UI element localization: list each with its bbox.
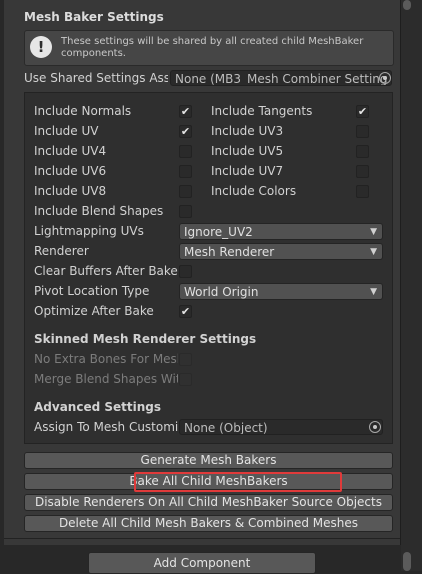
lightmapping-uvs-value: Ignore_UV2 <box>184 225 253 239</box>
dropdown-arrow-icon: ▼ <box>370 227 377 237</box>
include-uv7-checkbox[interactable] <box>356 165 369 178</box>
include-uv4-label: Include UV4 <box>34 144 107 158</box>
disable-renderers-button[interactable]: Disable Renderers On All Child MeshBaker… <box>24 494 393 511</box>
help-box: ! These settings will be shared by all c… <box>24 30 394 66</box>
vertical-scrollbar[interactable] <box>401 0 422 571</box>
scrollbar-thumb[interactable] <box>403 552 411 571</box>
include-colors-label: Include Colors <box>211 184 297 198</box>
highlight-box <box>134 472 342 492</box>
shared-settings-label: Use Shared Settings Asse <box>24 71 168 85</box>
warning-icon: ! <box>30 36 52 58</box>
include-colors-checkbox[interactable] <box>356 185 369 198</box>
include-normals-checkbox[interactable]: ✔ <box>179 105 192 118</box>
pivot-location-label: Pivot Location Type <box>34 284 150 298</box>
include-tangents-label: Include Tangents <box>211 104 313 118</box>
renderer-dropdown[interactable]: Mesh Renderer ▼ <box>179 243 383 260</box>
include-blend-shapes-label: Include Blend Shapes <box>34 204 164 218</box>
object-picker-icon[interactable] <box>379 72 391 84</box>
include-tangents-checkbox[interactable]: ✔ <box>356 105 369 118</box>
divider <box>4 538 400 539</box>
scrollbar-thumb-top[interactable] <box>403 0 411 10</box>
include-uv-checkbox[interactable]: ✔ <box>179 125 192 138</box>
include-blend-shapes-checkbox[interactable] <box>179 205 192 218</box>
include-uv4-checkbox[interactable] <box>179 145 192 158</box>
object-picker-icon[interactable] <box>369 421 381 433</box>
lightmapping-uvs-label: Lightmapping UVs <box>34 224 144 238</box>
no-extra-bones-label: No Extra Bones For Mesh <box>34 352 178 366</box>
renderer-label: Renderer <box>34 244 89 258</box>
section-title: Mesh Baker Settings <box>24 10 164 24</box>
dropdown-arrow-icon: ▼ <box>370 287 377 297</box>
pivot-location-dropdown[interactable]: World Origin ▼ <box>179 283 383 300</box>
include-uv3-checkbox[interactable] <box>356 125 369 138</box>
include-uv6-checkbox[interactable] <box>179 165 192 178</box>
include-normals-label: Include Normals <box>34 104 132 118</box>
shared-settings-field[interactable]: None (MB3_Mesh Combiner Setting <box>170 70 392 86</box>
merge-blend-shapes-label: Merge Blend Shapes With <box>34 372 178 386</box>
include-uv-label: Include UV <box>34 124 99 138</box>
include-uv5-label: Include UV5 <box>211 144 284 158</box>
lightmapping-uvs-dropdown[interactable]: Ignore_UV2 ▼ <box>179 223 383 240</box>
include-uv6-label: Include UV6 <box>34 164 107 178</box>
include-uv8-checkbox[interactable] <box>179 185 192 198</box>
pivot-location-value: World Origin <box>184 285 259 299</box>
renderer-value: Mesh Renderer <box>184 245 275 259</box>
delete-all-child-mesh-bakers-button[interactable]: Delete All Child Mesh Bakers & Combined … <box>24 515 393 532</box>
no-extra-bones-checkbox <box>179 353 192 366</box>
include-uv8-label: Include UV8 <box>34 184 107 198</box>
generate-mesh-bakers-button[interactable]: Generate Mesh Bakers <box>24 452 393 469</box>
assign-mesh-field[interactable]: None (Object) <box>179 419 383 435</box>
help-message: These settings will be shared by all cre… <box>61 36 364 59</box>
skinned-settings-title: Skinned Mesh Renderer Settings <box>34 332 257 346</box>
advanced-settings-title: Advanced Settings <box>34 400 162 414</box>
assign-mesh-label: Assign To Mesh Customi: <box>34 420 178 434</box>
assign-mesh-value: None (Object) <box>184 421 268 435</box>
optimize-after-bake-label: Optimize After Bake <box>34 304 154 318</box>
include-uv5-checkbox[interactable] <box>356 145 369 158</box>
clear-buffers-checkbox[interactable] <box>179 265 192 278</box>
clear-buffers-label: Clear Buffers After Bake <box>34 264 178 278</box>
include-uv3-label: Include UV3 <box>211 124 284 138</box>
dropdown-arrow-icon: ▼ <box>370 247 377 257</box>
optimize-after-bake-checkbox[interactable]: ✔ <box>179 305 192 318</box>
shared-settings-value: None (MB3_Mesh Combiner Setting <box>175 72 388 86</box>
merge-blend-shapes-checkbox <box>179 373 192 386</box>
include-uv7-label: Include UV7 <box>211 164 284 178</box>
